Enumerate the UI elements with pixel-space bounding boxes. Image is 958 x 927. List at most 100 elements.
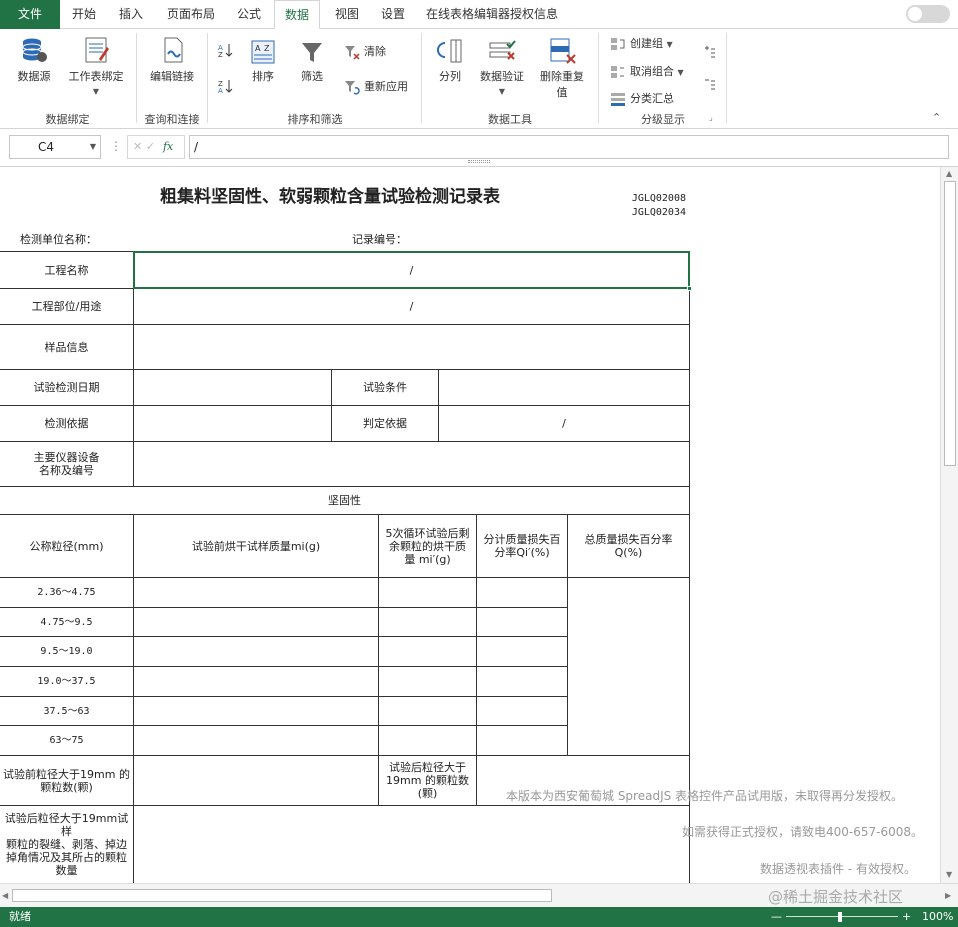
svg-text:A: A [218, 87, 223, 94]
size-row-label: 4.75～9.5 [40, 616, 93, 628]
test-unit-label: 检测单位名称： [20, 232, 97, 246]
reapply-label: 重新应用 [364, 80, 408, 93]
hide-detail-button[interactable] [702, 75, 720, 93]
judge-basis-label: 判定依据 [363, 417, 407, 430]
reapply-icon [345, 81, 360, 95]
tab-file[interactable]: 文件 [0, 0, 60, 29]
size-row-label: 2.36～4.75 [37, 587, 96, 598]
create-group-caret: ▼ [666, 40, 673, 49]
zoom-in-icon[interactable]: + [902, 907, 911, 927]
filter-icon [302, 43, 322, 62]
edit-links-icon [164, 37, 183, 63]
clear-filter-icon [345, 46, 360, 60]
tab-formulas[interactable]: 公式 [229, 0, 269, 29]
fx-icon[interactable]: fx [163, 140, 173, 153]
split-column-label: 分列 [439, 70, 461, 83]
sort-desc-button[interactable]: ZA [218, 77, 238, 95]
sort-button[interactable]: AZ 排序 [245, 39, 281, 84]
data-source-button[interactable]: 数据源 [10, 35, 58, 84]
pre-count-line2: 颗粒数(颗) [40, 780, 93, 794]
col-post-mass-line3: 量 mi′(g) [404, 552, 451, 566]
tab-home[interactable]: 开始 [64, 0, 104, 29]
sheet-binding-button[interactable]: 工作表绑定 ▼ [64, 35, 128, 97]
cancel-icon[interactable]: ✕ [133, 140, 142, 153]
confirm-icon[interactable]: ✓ [146, 140, 155, 153]
sheet-title: 粗集料坚固性、软弱颗粒含量试验检测记录表 [160, 186, 500, 207]
status-ready: 就绪 [9, 910, 31, 923]
fill-handle[interactable] [687, 286, 692, 291]
size-row-label: 37.5～63 [43, 705, 90, 717]
collapse-ribbon-button[interactable]: ⌃ [932, 109, 941, 127]
create-group-label: 创建组 [630, 37, 663, 50]
col-total-loss-line1: 总质量损失百分率 [584, 533, 673, 546]
data-validation-icon [489, 40, 516, 60]
name-box[interactable]: C4 ▼ [9, 135, 101, 159]
tab-view[interactable]: 视图 [327, 0, 367, 29]
selected-cell-c4[interactable] [133, 251, 692, 291]
scroll-right-icon[interactable]: ▶ [945, 891, 951, 900]
svg-text:A: A [255, 44, 261, 53]
name-box-dropdown-icon[interactable]: ▼ [90, 136, 96, 158]
zoom-slider-track[interactable] [786, 916, 898, 917]
size-row-label: 63～75 [49, 735, 84, 746]
tab-insert[interactable]: 插入 [111, 0, 151, 29]
pre-count-line1: 试验前粒径大于19mm 的 [3, 767, 130, 781]
spreadsheet-grid[interactable]: 粗集料坚固性、软弱颗粒含量试验检测记录表 JGLQ02008 JGLQ02034… [0, 167, 940, 883]
subtotal-button[interactable]: 分类汇总 [610, 90, 674, 108]
clear-filter-button[interactable]: 清除 [344, 43, 386, 61]
svg-text:Z: Z [218, 51, 223, 58]
filter-label: 筛选 [301, 70, 323, 83]
outline-dialog-launcher[interactable]: ⌟ [709, 109, 713, 127]
group-separator [726, 33, 727, 123]
test-date-label: 试验检测日期 [33, 381, 100, 394]
ungroup-button[interactable]: 取消组合 ▼ [610, 63, 684, 81]
tab-settings[interactable]: 设置 [372, 0, 414, 29]
zoom-percentage[interactable]: 100% [922, 907, 953, 927]
database-icon [22, 38, 47, 62]
sort-icon: AZ [251, 40, 275, 64]
horizontal-scrollbar[interactable]: ◀ @稀土掘金技术社区 ▶ [0, 883, 958, 907]
tab-page-layout[interactable]: 页面布局 [160, 0, 222, 29]
vertical-scroll-thumb[interactable] [944, 181, 956, 466]
zoom-slider-thumb[interactable] [838, 912, 842, 922]
vertical-scrollbar[interactable]: ▲ ▼ [940, 167, 958, 883]
col-post-mass-line2: 余颗粒的烘干质 [389, 539, 466, 553]
main-equipment-label-line1: 主要仪器设备 [33, 451, 100, 464]
tab-data[interactable]: 数据 [274, 0, 320, 30]
zoom-out-icon[interactable]: — [771, 907, 782, 927]
pre-test-particle-count-label: 试验前粒径大于19mm 的 颗粒数(颗) [0, 756, 133, 805]
project-name-label: 工程名称 [44, 263, 89, 277]
theme-toggle[interactable] [906, 5, 950, 23]
crack-line3: 掉角情况及其所占的颗粒 [6, 850, 127, 864]
sort-descending-icon: ZA [218, 80, 233, 95]
sort-asc-button[interactable]: AZ [218, 41, 238, 59]
scroll-down-icon[interactable]: ▼ [946, 870, 952, 879]
split-column-icon [437, 39, 462, 63]
formula-bar-resize-grip[interactable] [468, 160, 490, 163]
post-count-line1: 试验后粒径大于 [389, 761, 466, 774]
edit-links-button[interactable]: 编辑链接 [144, 35, 200, 84]
main-equipment-label-line2: 名称及编号 [39, 464, 94, 477]
crack-spall-label: 试验后粒径大于19mm试样 颗粒的裂缝、剥落、掉边 掉角情况及其所占的颗粒 数量 [0, 806, 133, 882]
clear-label: 清除 [364, 45, 386, 58]
split-column-button[interactable]: 分列 [430, 37, 470, 84]
formula-bar-options-icon[interactable]: ⋮ [110, 139, 122, 153]
data-source-label: 数据源 [17, 70, 51, 83]
create-group-button[interactable]: 创建组 ▼ [610, 35, 673, 53]
judge-basis-value[interactable]: / [439, 406, 689, 441]
project-part-value[interactable]: / [134, 289, 689, 324]
ungroup-icon [611, 66, 624, 78]
group-data-binding-title: 数据绑定 [45, 113, 90, 126]
remove-duplicates-button[interactable]: 删除重复 值 [534, 37, 590, 100]
test-basis-label: 检测依据 [44, 417, 89, 430]
create-group-icon [611, 38, 625, 50]
formula-input[interactable]: / [189, 135, 949, 159]
show-detail-button[interactable] [702, 43, 720, 61]
scroll-up-icon[interactable]: ▲ [946, 169, 952, 178]
tab-license-info[interactable]: 在线表格编辑器授权信息 [422, 0, 562, 29]
reapply-button[interactable]: 重新应用 [344, 78, 408, 96]
scroll-left-icon[interactable]: ◀ [2, 891, 8, 900]
data-validation-button[interactable]: 数据验证 ▼ [475, 37, 529, 97]
horizontal-scroll-thumb[interactable] [12, 889, 552, 902]
filter-button[interactable]: 筛选 [294, 39, 330, 84]
